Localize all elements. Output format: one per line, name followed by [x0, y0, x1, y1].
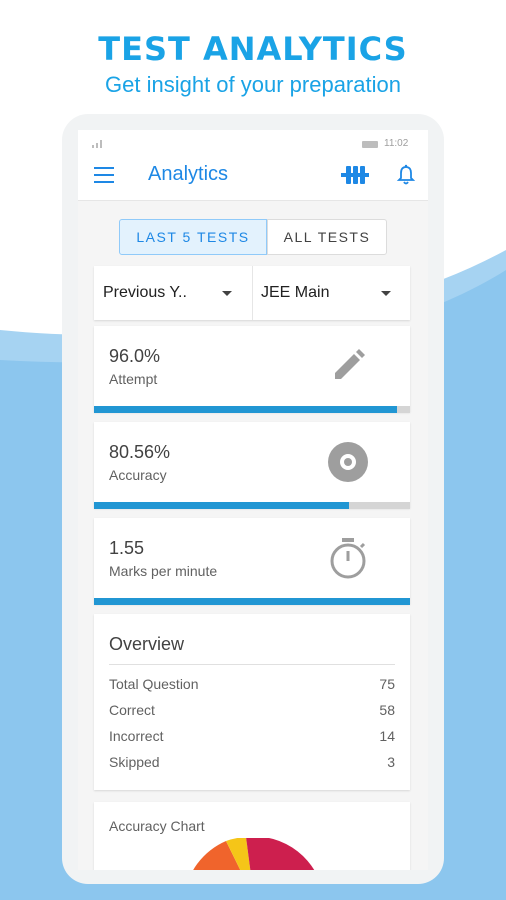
tab-all-tests[interactable]: ALL TESTS	[267, 219, 387, 255]
accuracy-label: Accuracy	[109, 467, 167, 483]
app-screen: 11:02 Analytics LAST 5 TESTS ALL TESTS P…	[78, 130, 428, 870]
overview-row-skipped: Skipped 3	[109, 754, 395, 774]
overview-row-value: 58	[379, 702, 395, 718]
exam-dropdown[interactable]: JEE Main	[261, 266, 401, 320]
accuracy-value: 80.56%	[109, 442, 171, 462]
signal-icon	[92, 140, 102, 148]
accuracy-chart-title: Accuracy Chart	[109, 818, 205, 834]
status-bar: 11:02	[78, 130, 428, 154]
overview-row-value: 75	[379, 676, 395, 692]
attempt-label: Attempt	[109, 371, 158, 387]
attempt-value: 96.0%	[109, 346, 161, 366]
stopwatch-icon	[330, 538, 366, 579]
pencil-icon	[335, 349, 365, 379]
bell-icon[interactable]	[396, 164, 416, 186]
overview-divider	[109, 664, 395, 665]
subheadline: Get insight of your preparation	[105, 72, 401, 97]
brand-logo-icon[interactable]	[340, 163, 370, 187]
overview-row-label: Total Question	[109, 676, 199, 692]
overview-row-total-question: Total Question 75	[109, 676, 395, 696]
attempt-card: 96.0% Attempt	[94, 326, 410, 413]
exam-dropdown-value: JEE Main	[261, 284, 330, 301]
overview-row-incorrect: Incorrect 14	[109, 728, 395, 748]
overview-row-label: Incorrect	[109, 728, 164, 744]
marks-per-minute-progress-bar	[94, 598, 410, 605]
overview-row-value: 14	[379, 728, 395, 744]
headline: TEST ANALYTICS	[98, 30, 408, 68]
attempt-progress-fill	[94, 406, 398, 413]
exam-chevron-down-icon[interactable]	[381, 291, 391, 296]
battery-icon	[362, 141, 378, 148]
overview-row-correct: Correct 58	[109, 702, 395, 722]
page-title: Analytics	[148, 163, 229, 185]
target-disc-icon	[328, 442, 368, 482]
marks-per-minute-card: 1.55 Marks per minute	[94, 518, 410, 605]
donut-segment-crimson	[246, 838, 315, 870]
accuracy-chart-card: Accuracy Chart	[94, 802, 410, 870]
overview-row-value: 3	[387, 754, 395, 770]
marks-per-minute-progress-fill	[94, 598, 410, 605]
filter-bar: Previous Y.. JEE Main	[94, 266, 410, 320]
filter-divider	[252, 266, 253, 320]
test-range-tabs: LAST 5 TESTS ALL TESTS	[119, 219, 387, 255]
overview-row-label: Skipped	[109, 754, 160, 770]
overview-title: Overview	[109, 634, 185, 654]
marks-per-minute-value: 1.55	[109, 538, 145, 558]
marks-per-minute-label: Marks per minute	[109, 563, 218, 579]
overview-row-label: Correct	[109, 702, 155, 718]
accuracy-card: 80.56% Accuracy	[94, 422, 410, 509]
accuracy-donut-chart	[193, 838, 315, 870]
overview-card: Overview Total Question 75 Correct 58 In…	[94, 614, 410, 790]
accuracy-progress-bar	[94, 502, 410, 509]
status-time: 11:02	[384, 138, 409, 149]
category-dropdown-value: Previous Y..	[103, 284, 187, 301]
attempt-progress-bar	[94, 406, 410, 413]
hamburger-menu-icon[interactable]	[94, 167, 114, 183]
app-bar: Analytics	[78, 154, 428, 201]
category-chevron-down-icon[interactable]	[222, 291, 232, 296]
accuracy-progress-fill	[94, 502, 349, 509]
tab-last-5-tests[interactable]: LAST 5 TESTS	[119, 219, 267, 255]
